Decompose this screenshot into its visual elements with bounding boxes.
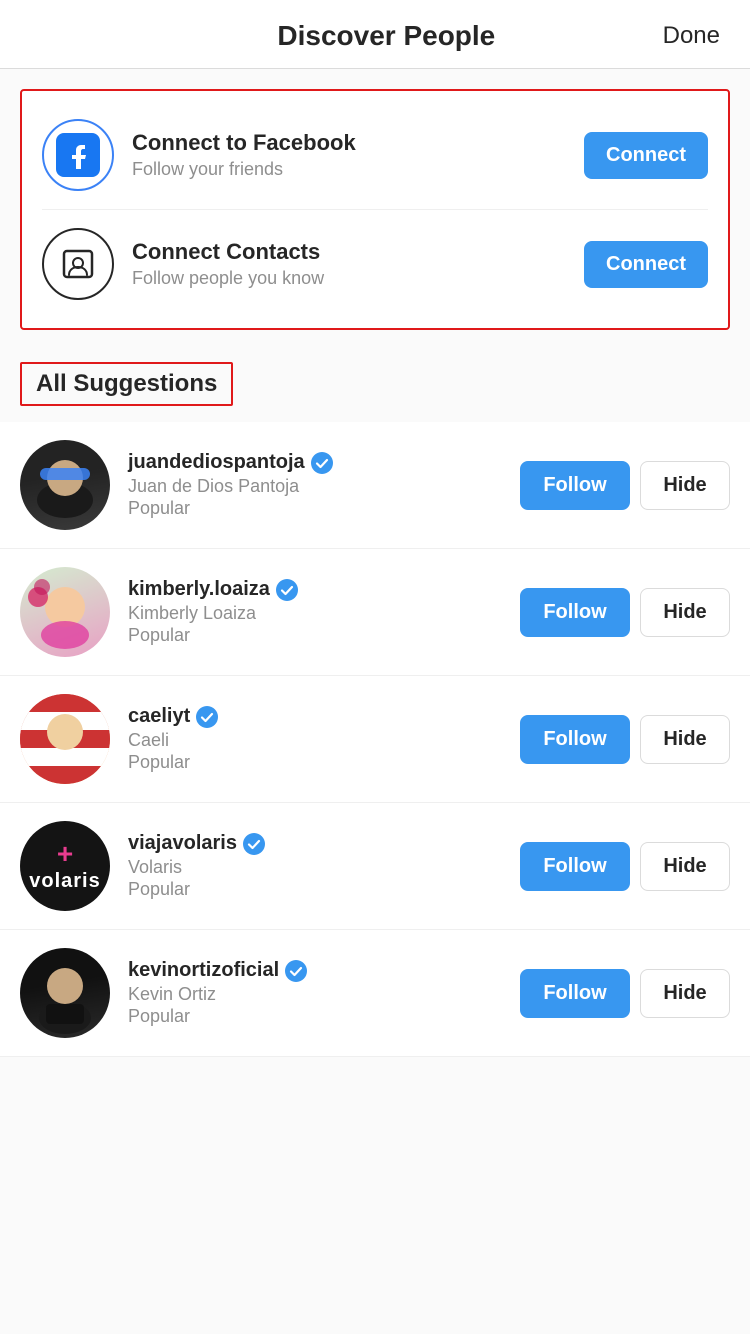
suggestion-info: kimberly.loaiza Kimberly Loaiza Popular (128, 578, 520, 646)
suggestion-item: kimberly.loaiza Kimberly Loaiza Popular … (0, 549, 750, 676)
verified-icon (311, 452, 333, 474)
suggestion-item: caeliyt Caeli Popular Follow Hide (0, 676, 750, 803)
facebook-icon (56, 133, 100, 177)
suggestion-fullname: Juan de Dios Pantoja (128, 476, 520, 497)
avatar (20, 440, 110, 530)
suggestion-username: juandediospantoja (128, 451, 305, 474)
hide-button[interactable]: Hide (640, 969, 730, 1018)
connect-facebook-text: Connect to Facebook Follow your friends (132, 130, 584, 180)
page-title: Discover People (277, 20, 495, 52)
connect-contacts-title: Connect Contacts (132, 239, 584, 265)
connect-facebook-subtitle: Follow your friends (132, 159, 584, 180)
suggestion-item: kevinortizoficial Kevin Ortiz Popular Fo… (0, 930, 750, 1057)
suggestion-item: juandediospantoja Juan de Dios Pantoja P… (0, 422, 750, 549)
connect-section: Connect to Facebook Follow your friends … (20, 89, 730, 330)
connect-contacts-item: Connect Contacts Follow people you know … (22, 210, 728, 318)
username-row: caeliyt (128, 705, 520, 728)
suggestion-info: caeliyt Caeli Popular (128, 705, 520, 773)
connect-facebook-title: Connect to Facebook (132, 130, 584, 156)
suggestion-fullname: Kevin Ortiz (128, 984, 520, 1005)
suggestion-type: Popular (128, 1006, 520, 1027)
suggestion-actions: Follow Hide (520, 461, 730, 510)
connect-contacts-button[interactable]: Connect (584, 241, 708, 288)
suggestion-fullname: Volaris (128, 857, 520, 878)
connect-contacts-text: Connect Contacts Follow people you know (132, 239, 584, 289)
suggestion-username: caeliyt (128, 705, 190, 728)
avatar (20, 694, 110, 784)
suggestion-username: kimberly.loaiza (128, 578, 270, 601)
verified-icon (276, 579, 298, 601)
suggestion-fullname: Kimberly Loaiza (128, 603, 520, 624)
suggestion-actions: Follow Hide (520, 715, 730, 764)
username-row: kimberly.loaiza (128, 578, 520, 601)
suggestion-actions: Follow Hide (520, 842, 730, 891)
connect-facebook-button[interactable]: Connect (584, 132, 708, 179)
contacts-icon-wrapper (42, 228, 114, 300)
suggestion-actions: Follow Hide (520, 588, 730, 637)
contacts-icon (59, 245, 97, 283)
all-suggestions-label: All Suggestions (36, 370, 217, 397)
follow-button[interactable]: Follow (520, 715, 630, 764)
hide-button[interactable]: Hide (640, 588, 730, 637)
facebook-icon-wrapper (42, 119, 114, 191)
suggestion-type: Popular (128, 752, 520, 773)
suggestion-username: viajavolaris (128, 832, 237, 855)
suggestion-item: + volaris viajavolaris Volaris Popular F… (0, 803, 750, 930)
done-button[interactable]: Done (663, 22, 720, 50)
verified-icon (285, 960, 307, 982)
all-suggestions-header: All Suggestions (20, 362, 233, 406)
avatar (20, 948, 110, 1038)
suggestion-fullname: Caeli (128, 730, 520, 751)
verified-icon (196, 706, 218, 728)
suggestion-type: Popular (128, 498, 520, 519)
connect-contacts-subtitle: Follow people you know (132, 268, 584, 289)
username-row: viajavolaris (128, 832, 520, 855)
follow-button[interactable]: Follow (520, 588, 630, 637)
hide-button[interactable]: Hide (640, 715, 730, 764)
suggestion-info: viajavolaris Volaris Popular (128, 832, 520, 900)
suggestion-actions: Follow Hide (520, 969, 730, 1018)
hide-button[interactable]: Hide (640, 842, 730, 891)
suggestion-username: kevinortizoficial (128, 959, 279, 982)
follow-button[interactable]: Follow (520, 842, 630, 891)
connect-facebook-item: Connect to Facebook Follow your friends … (22, 101, 728, 209)
avatar: + volaris (20, 821, 110, 911)
username-row: kevinortizoficial (128, 959, 520, 982)
avatar (20, 567, 110, 657)
suggestion-list: juandediospantoja Juan de Dios Pantoja P… (0, 422, 750, 1057)
suggestion-info: juandediospantoja Juan de Dios Pantoja P… (128, 451, 520, 519)
header: Discover People Done (0, 0, 750, 69)
follow-button[interactable]: Follow (520, 969, 630, 1018)
suggestion-type: Popular (128, 625, 520, 646)
follow-button[interactable]: Follow (520, 461, 630, 510)
username-row: juandediospantoja (128, 451, 520, 474)
hide-button[interactable]: Hide (640, 461, 730, 510)
verified-icon (243, 833, 265, 855)
suggestion-info: kevinortizoficial Kevin Ortiz Popular (128, 959, 520, 1027)
suggestion-type: Popular (128, 879, 520, 900)
